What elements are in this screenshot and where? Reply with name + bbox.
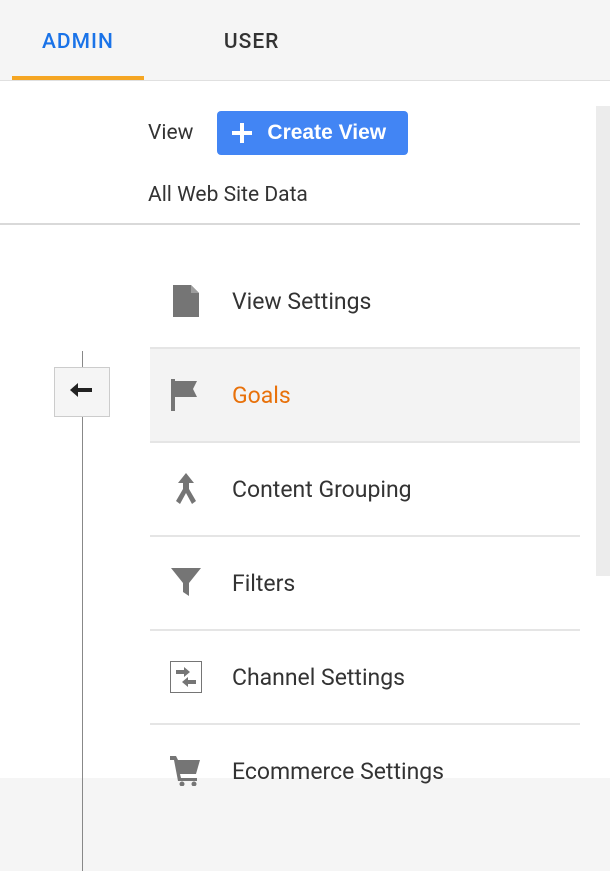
- plus-icon: [231, 122, 253, 144]
- menu-label: Filters: [232, 570, 295, 597]
- merge-icon: [170, 473, 202, 505]
- document-icon: [170, 285, 202, 317]
- tab-bar: ADMIN USER: [0, 0, 610, 80]
- view-label: View: [148, 121, 193, 145]
- tree-line: [82, 351, 83, 871]
- view-header: View Create View: [0, 81, 610, 169]
- filter-icon: [170, 567, 202, 599]
- menu-item-filters[interactable]: Filters: [150, 537, 580, 631]
- scrollbar[interactable]: [596, 106, 610, 576]
- channel-icon: [170, 661, 202, 693]
- menu-label: Content Grouping: [232, 476, 412, 503]
- view-name-row[interactable]: All Web Site Data: [0, 169, 580, 225]
- menu-label: View Settings: [232, 288, 371, 315]
- menu-item-ecommerce-settings[interactable]: Ecommerce Settings: [150, 725, 580, 817]
- tab-user[interactable]: USER: [194, 20, 310, 80]
- menu-item-goals[interactable]: Goals: [150, 349, 580, 443]
- flag-icon: [170, 379, 202, 411]
- tab-admin[interactable]: ADMIN: [12, 20, 144, 80]
- cart-icon: [170, 755, 202, 787]
- view-name: All Web Site Data: [148, 183, 308, 207]
- create-view-button[interactable]: Create View: [217, 111, 408, 155]
- back-button[interactable]: [54, 367, 110, 417]
- create-view-label: Create View: [267, 121, 386, 145]
- menu-label: Goals: [232, 382, 291, 409]
- content-area: View Create View All Web Site Data: [0, 80, 610, 778]
- menu-item-content-grouping[interactable]: Content Grouping: [150, 443, 580, 537]
- menu-item-channel-settings[interactable]: Channel Settings: [150, 631, 580, 725]
- back-arrow-icon: [68, 380, 96, 404]
- menu-label: Channel Settings: [232, 664, 405, 691]
- view-menu: View Settings Goals Content Grouping: [150, 255, 580, 817]
- menu-item-view-settings[interactable]: View Settings: [150, 255, 580, 349]
- menu-label: Ecommerce Settings: [232, 758, 444, 785]
